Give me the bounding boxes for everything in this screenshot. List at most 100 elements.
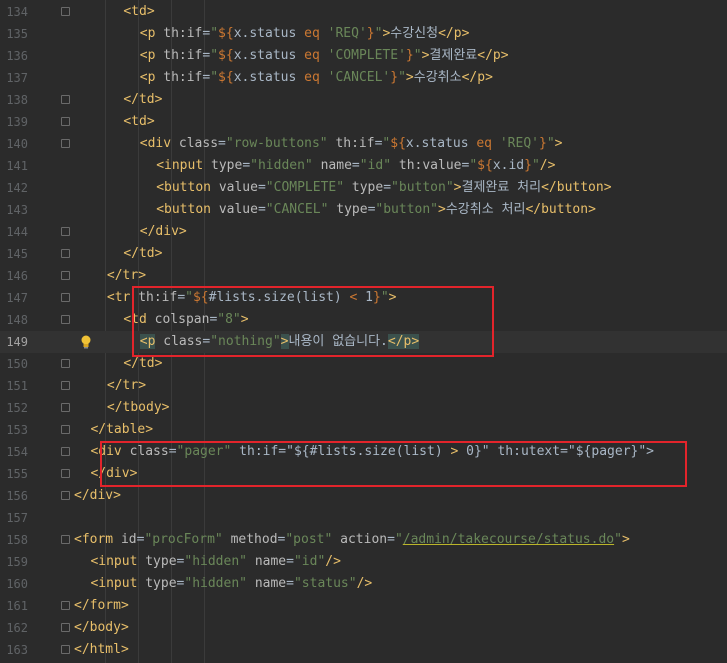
fold-icon[interactable]	[61, 227, 70, 236]
code-text: <input type="hidden" name="status"/>	[90, 576, 373, 591]
code-line[interactable]: 135 <p th:if="${x.status eq 'REQ'}">수강신청<…	[0, 23, 727, 45]
line-number: 136	[6, 49, 28, 63]
line-number: 155	[6, 467, 28, 481]
fold-icon[interactable]	[61, 359, 70, 368]
code-text: <p th:if="${x.status eq 'REQ'}">수강신청</p>	[139, 26, 470, 41]
code-line[interactable]: 161 </form>	[0, 595, 727, 617]
code-line[interactable]: 153 </table>	[0, 419, 727, 441]
code-text: </body>	[74, 620, 129, 635]
code-text: </tr>	[106, 378, 147, 393]
code-text: </form>	[74, 598, 129, 613]
line-number: 141	[6, 159, 28, 173]
line-number: 148	[6, 313, 28, 327]
highlight-box-empty-row	[132, 286, 494, 357]
code-line[interactable]: 157	[0, 507, 727, 529]
line-number: 144	[6, 225, 28, 239]
line-number: 152	[6, 401, 28, 415]
code-line[interactable]: 162 </body>	[0, 617, 727, 639]
fold-icon[interactable]	[61, 623, 70, 632]
fold-icon[interactable]	[61, 645, 70, 654]
fold-icon[interactable]	[61, 425, 70, 434]
code-line[interactable]: 137 <p th:if="${x.status eq 'CANCEL'}">수강…	[0, 67, 727, 89]
highlight-box-pager	[100, 441, 687, 487]
code-line[interactable]: 141 <input type="hidden" name="id" th:val…	[0, 155, 727, 177]
line-number: 157	[6, 511, 28, 525]
code-text: <input type="hidden" name="id" th:value=…	[156, 158, 556, 173]
line-number: 147	[6, 291, 28, 305]
fold-icon[interactable]	[61, 7, 70, 16]
fold-icon[interactable]	[61, 249, 70, 258]
code-editor[interactable]: 134 <td> 135 <p th:if="${x.status eq 'REQ'}…	[0, 0, 727, 663]
line-number: 159	[6, 555, 28, 569]
code-text: <input type="hidden" name="id"/>	[90, 554, 341, 569]
code-line[interactable]: 152 </tbody>	[0, 397, 727, 419]
code-text: <button value="CANCEL" type="button">수강취…	[156, 202, 596, 217]
code-text: </tr>	[106, 268, 147, 283]
fold-icon[interactable]	[61, 601, 70, 610]
code-line[interactable]: 146 </tr>	[0, 265, 727, 287]
code-line[interactable]: 151 </tr>	[0, 375, 727, 397]
fold-icon[interactable]	[61, 491, 70, 500]
code-text: </html>	[74, 642, 129, 657]
line-number: 158	[6, 533, 28, 547]
code-text: <p th:if="${x.status eq 'COMPLETE'}">결제완…	[139, 48, 509, 63]
line-number: 151	[6, 379, 28, 393]
fold-icon[interactable]	[61, 271, 70, 280]
code-line[interactable]: 163 </html>	[0, 639, 727, 661]
code-line[interactable]: 136 <p th:if="${x.status eq 'COMPLETE'}">…	[0, 45, 727, 67]
code-line[interactable]: 160 <input type="hidden" name="status"/>	[0, 573, 727, 595]
fold-icon[interactable]	[61, 293, 70, 302]
fold-icon[interactable]	[61, 403, 70, 412]
code-text: </td>	[123, 246, 163, 261]
code-text: <form id="procForm" method="post" action…	[74, 532, 630, 547]
code-text: <td>	[123, 114, 155, 129]
line-number: 153	[6, 423, 28, 437]
line-number: 137	[6, 71, 28, 85]
fold-icon[interactable]	[61, 95, 70, 104]
line-number: 149	[6, 335, 28, 349]
line-number: 156	[6, 489, 28, 503]
fold-icon[interactable]	[61, 447, 70, 456]
code-text: </div>	[139, 224, 187, 239]
code-text: </td>	[123, 92, 163, 107]
fold-icon[interactable]	[61, 469, 70, 478]
code-line[interactable]: 134 <td>	[0, 1, 727, 23]
fold-icon[interactable]	[61, 315, 70, 324]
code-text: </table>	[90, 422, 154, 437]
code-line[interactable]: 144 </div>	[0, 221, 727, 243]
code-line[interactable]: 159 <input type="hidden" name="id"/>	[0, 551, 727, 573]
code-text: <p th:if="${x.status eq 'CANCEL'}">수강취소<…	[139, 70, 493, 85]
line-number: 140	[6, 137, 28, 151]
code-line[interactable]: 156 </div>	[0, 485, 727, 507]
line-number: 139	[6, 115, 28, 129]
line-number: 160	[6, 577, 28, 591]
code-line[interactable]: 158 <form id="procForm" method="post" act…	[0, 529, 727, 551]
code-line[interactable]: 145 </td>	[0, 243, 727, 265]
line-number: 145	[6, 247, 28, 261]
fold-icon[interactable]	[61, 117, 70, 126]
lightbulb-icon[interactable]	[80, 335, 92, 349]
line-number: 143	[6, 203, 28, 217]
fold-icon[interactable]	[61, 535, 70, 544]
code-text: </tbody>	[106, 400, 170, 415]
line-number: 142	[6, 181, 28, 195]
code-line[interactable]: 139 <td>	[0, 111, 727, 133]
code-line[interactable]: 140 <div class="row-buttons" th:if="${x.s…	[0, 133, 727, 155]
fold-icon[interactable]	[61, 381, 70, 390]
line-number: 163	[6, 643, 28, 657]
code-text: <div class="row-buttons" th:if="${x.stat…	[139, 136, 563, 151]
line-number: 150	[6, 357, 28, 371]
line-number: 161	[6, 599, 28, 613]
code-text: <td>	[123, 4, 155, 19]
line-number: 162	[6, 621, 28, 635]
fold-icon[interactable]	[61, 139, 70, 148]
code-line[interactable]: 143 <button value="CANCEL" type="button">…	[0, 199, 727, 221]
code-line[interactable]: 138 </td>	[0, 89, 727, 111]
line-number: 138	[6, 93, 28, 107]
code-line[interactable]: 142 <button value="COMPLETE" type="button…	[0, 177, 727, 199]
line-number: 135	[6, 27, 28, 41]
line-number: 154	[6, 445, 28, 459]
line-number: 134	[6, 5, 28, 19]
code-text: </div>	[74, 488, 121, 503]
code-text: <button value="COMPLETE" type="button">결…	[156, 180, 612, 195]
